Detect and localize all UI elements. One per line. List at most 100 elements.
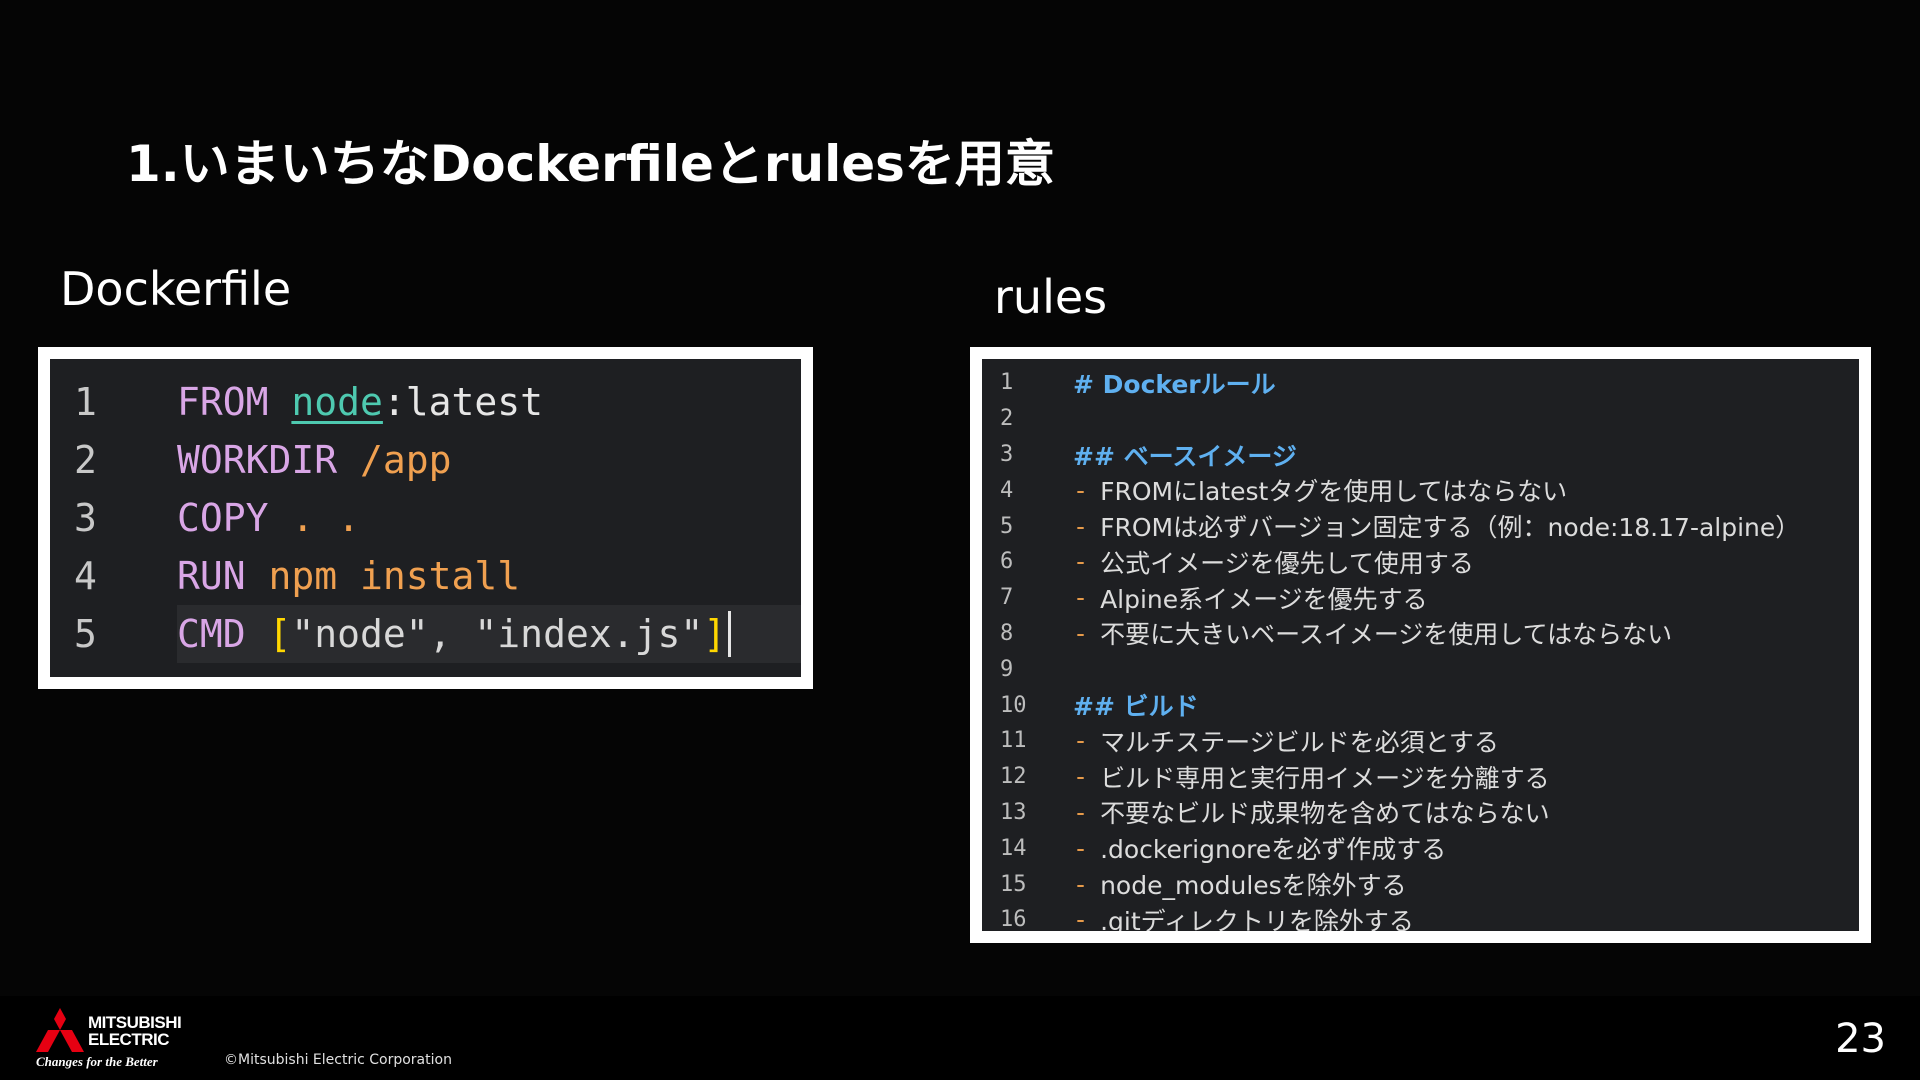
markdown-heading[interactable]: # Dockerルール	[1073, 365, 1276, 401]
list-bullet: -	[1073, 797, 1089, 827]
code-token: ]	[703, 612, 727, 656]
rules-line: 15 - node_modulesを除外する	[982, 866, 1859, 902]
code-token: WORKDIR	[177, 438, 361, 482]
dockerfile-line: 4 RUN npm install	[50, 547, 801, 605]
page-number: 23	[1835, 1016, 1886, 1062]
code-text[interactable]: FROM node:latest	[177, 373, 801, 431]
rule-text[interactable]: .gitディレクトリを除外する	[1100, 902, 1414, 931]
rules-line: 13 - 不要なビルド成果物を含めてはならない	[982, 795, 1859, 831]
code-token: npm install	[268, 554, 521, 598]
rules-line: 2	[982, 401, 1859, 437]
code-token: COPY	[177, 496, 292, 540]
code-token: CMD	[177, 612, 269, 656]
list-bullet: -	[1073, 547, 1089, 577]
list-bullet: -	[1073, 869, 1089, 899]
rules-label: rules	[994, 270, 1108, 324]
line-number: 4	[1000, 477, 1014, 503]
line-number: 2	[74, 438, 97, 482]
code-text[interactable]: RUN npm install	[177, 547, 801, 605]
rules-line: 5 - FROMは必ずバージョン固定する（例：node:18.17-alpine）	[982, 508, 1859, 544]
logo-tagline: Changes for the Better	[36, 1054, 158, 1069]
code-token: RUN	[177, 554, 269, 598]
rule-text[interactable]: FROMにlatestタグを使用してはならない	[1100, 472, 1567, 508]
code-token: FROM	[177, 380, 292, 424]
list-bullet: -	[1073, 511, 1089, 541]
rules-line: 1 # Dockerルール	[982, 365, 1859, 401]
rules-line: 4 - FROMにlatestタグを使用してはならない	[982, 472, 1859, 508]
rules-line: 6 - 公式イメージを優先して使用する	[982, 544, 1859, 580]
list-bullet: -	[1073, 905, 1089, 931]
rules-line: 11 - マルチステージビルドを必須とする	[982, 723, 1859, 759]
rules-line: 8 - 不要に大きいベースイメージを使用してはならない	[982, 616, 1859, 652]
mitsubishi-electric-logo: MITSUBISHI ELECTRIC Changes for the Bett…	[34, 1008, 194, 1070]
rule-text[interactable]: Alpine系イメージを優先する	[1100, 580, 1428, 616]
rule-text[interactable]: .dockerignoreを必ず作成する	[1100, 830, 1446, 866]
markdown-heading[interactable]: ## ベースイメージ	[1073, 437, 1297, 473]
logo-line-1: MITSUBISHI	[88, 1013, 182, 1032]
dockerfile-line: 5 CMD ["node", "index.js"]	[50, 605, 801, 663]
line-number: 15	[1000, 871, 1027, 897]
slide-title: 1.いまいちなDockerfileとrulesを用意	[126, 135, 1055, 193]
rules-line: 10 ## ビルド	[982, 687, 1859, 723]
line-number: 16	[1000, 907, 1027, 931]
rule-text[interactable]: ビルド専用と実行用イメージを分離する	[1100, 759, 1550, 795]
code-token: [	[268, 612, 292, 656]
dockerfile-code-editor: 1 FROM node:latest 2 WORKDIR /app 3 COPY . .4…	[50, 359, 801, 677]
code-text[interactable]: COPY . .	[177, 489, 801, 547]
rules-line: 7 - Alpine系イメージを優先する	[982, 580, 1859, 616]
rule-text[interactable]: 不要なビルド成果物を含めてはならない	[1100, 794, 1550, 830]
rules-line: 9	[982, 651, 1859, 687]
rules-screenshot-frame: 1 # Dockerルール 2 3 ## ベースイメージ 4- FROMにlatestタグを…	[970, 347, 1871, 943]
line-number: 12	[1000, 764, 1027, 790]
logo-line-2: ELECTRIC	[88, 1030, 170, 1049]
text-cursor	[728, 611, 732, 657]
line-number: 1	[1000, 370, 1014, 396]
line-number: 10	[1000, 692, 1027, 718]
dockerfile-line: 3 COPY . .	[50, 489, 801, 547]
code-token: "node", "index.js"	[291, 612, 704, 656]
code-token: /app	[360, 438, 452, 482]
copyright-text: ©Mitsubishi Electric Corporation	[224, 1052, 452, 1068]
dockerfile-line: 1 FROM node:latest	[50, 373, 801, 431]
rule-text[interactable]: マルチステージビルドを必須とする	[1100, 723, 1499, 759]
rule-text[interactable]: 不要に大きいベースイメージを使用してはならない	[1100, 615, 1672, 651]
list-bullet: -	[1073, 475, 1089, 505]
line-number: 8	[1000, 620, 1014, 646]
list-bullet: -	[1073, 618, 1089, 648]
rules-line: 16 - .gitディレクトリを除外する	[982, 902, 1859, 931]
code-token: . .	[291, 496, 361, 540]
list-bullet: -	[1073, 762, 1089, 792]
rule-text[interactable]: FROMは必ずバージョン固定する（例：node:18.17-alpine）	[1100, 508, 1800, 544]
line-number: 7	[1000, 585, 1014, 611]
rules-line: 12 - ビルド専用と実行用イメージを分離する	[982, 759, 1859, 795]
list-bullet: -	[1073, 726, 1089, 756]
code-text[interactable]: WORKDIR /app	[177, 431, 801, 489]
logo-wordmark: MITSUBISHI ELECTRIC	[88, 1013, 182, 1049]
line-number: 5	[1000, 513, 1014, 539]
line-number: 13	[1000, 799, 1027, 825]
markdown-heading[interactable]: ## ビルド	[1073, 687, 1199, 723]
line-number: 4	[74, 554, 97, 598]
line-number: 5	[74, 612, 97, 656]
line-number: 3	[1000, 441, 1014, 467]
dockerfile-screenshot-frame: 1 FROM node:latest 2 WORKDIR /app 3 COPY . .4…	[38, 347, 813, 689]
code-text[interactable]: CMD ["node", "index.js"]	[177, 605, 801, 663]
rules-line: 14 - .dockerignoreを必ず作成する	[982, 830, 1859, 866]
rule-text[interactable]: 公式イメージを優先して使用する	[1100, 544, 1474, 580]
dockerfile-label: Dockerfile	[60, 262, 292, 316]
line-number: 9	[1000, 656, 1014, 682]
line-number: 6	[1000, 549, 1014, 575]
code-token: :latest	[382, 380, 544, 424]
rules-line: 3 ## ベースイメージ	[982, 437, 1859, 473]
line-number: 14	[1000, 835, 1027, 861]
rule-text[interactable]: node_modulesを除外する	[1100, 866, 1407, 902]
list-bullet: -	[1073, 833, 1089, 863]
line-number: 1	[74, 380, 97, 424]
dockerfile-line: 2 WORKDIR /app	[50, 431, 801, 489]
three-diamonds-icon	[36, 1008, 84, 1052]
list-bullet: -	[1073, 583, 1089, 613]
line-number: 3	[74, 496, 97, 540]
rules-code-editor: 1 # Dockerルール 2 3 ## ベースイメージ 4- FROMにlatestタグを…	[982, 359, 1859, 931]
line-number: 2	[1000, 406, 1014, 432]
line-number: 11	[1000, 728, 1027, 754]
